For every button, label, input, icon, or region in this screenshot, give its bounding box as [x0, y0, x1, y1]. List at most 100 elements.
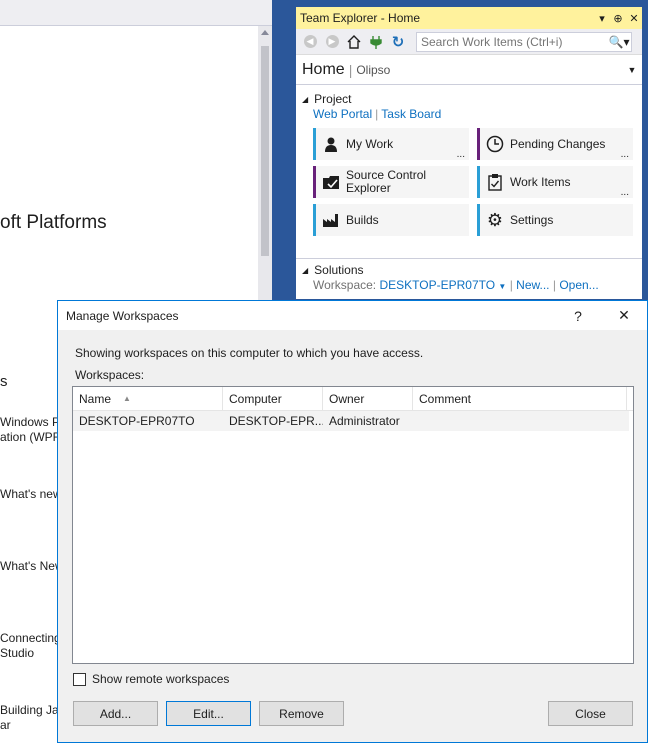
- tile-work-items[interactable]: Work Items ...: [477, 166, 633, 198]
- column-header-computer[interactable]: Computer: [223, 387, 323, 410]
- start-page-scrollbar[interactable]: [258, 26, 272, 306]
- refresh-icon[interactable]: ↻: [390, 34, 406, 51]
- search-work-items-input[interactable]: [421, 34, 607, 49]
- clock-icon: [480, 135, 510, 153]
- solutions-section-title: Solutions: [314, 263, 364, 277]
- home-icon[interactable]: [346, 34, 362, 50]
- back-icon[interactable]: ◀: [302, 34, 318, 50]
- source-control-icon: [316, 174, 346, 190]
- start-page-tab-strip: [0, 0, 272, 26]
- team-explorer-panel: Team Explorer - Home ▾ ⊕ ✕ ◀ ▶ ↻ 🔍▾ Home…: [295, 6, 643, 300]
- team-explorer-title: Team Explorer - Home: [300, 11, 421, 25]
- team-explorer-home-header: Home | Olipso ▼: [296, 55, 642, 85]
- title-separator: |: [348, 61, 353, 78]
- solutions-section: ◢ Solutions Workspace: DESKTOP-EPR07TO ▼…: [296, 258, 642, 292]
- settings-icon: ⚙: [486, 209, 504, 230]
- column-header-label: Computer: [229, 391, 282, 406]
- workspace-dropdown-arrow-icon[interactable]: ▼: [498, 282, 506, 291]
- project-section-header[interactable]: ◢ Project: [296, 91, 642, 107]
- cell-owner: Administrator: [329, 414, 400, 428]
- workspace-line: Workspace: DESKTOP-EPR07TO ▼ | New... | …: [313, 278, 599, 292]
- search-work-items-box[interactable]: 🔍▾: [416, 31, 632, 52]
- start-page-section-title: s: [0, 373, 8, 390]
- help-button[interactable]: ?: [555, 308, 601, 324]
- show-remote-workspaces-option[interactable]: Show remote workspaces: [73, 672, 229, 686]
- tile-label: Work Items: [510, 174, 571, 189]
- start-page-news-link[interactable]: Studio: [0, 646, 34, 661]
- scrollbar-thumb[interactable]: [261, 46, 269, 256]
- forward-icon[interactable]: ▶: [324, 34, 340, 50]
- column-header-owner[interactable]: Owner: [323, 387, 413, 410]
- list-header: Name ▲ Computer Owner Comment: [73, 387, 633, 411]
- tile-label: My Work: [346, 136, 394, 151]
- add-button[interactable]: Add...: [73, 701, 158, 726]
- manage-workspaces-dialog: Manage Workspaces ? ✕ Showing workspaces…: [57, 300, 648, 743]
- window-position-dropdown-icon[interactable]: ▾: [594, 12, 610, 25]
- work-items-icon: [480, 173, 510, 191]
- chevron-down-icon[interactable]: ▼: [622, 65, 642, 75]
- solutions-section-header[interactable]: ◢ Solutions: [296, 262, 642, 278]
- column-header-label: Owner: [329, 391, 365, 406]
- start-page-news-link[interactable]: Building Jav: [0, 703, 65, 718]
- tile-pending-changes[interactable]: Pending Changes ...: [477, 128, 633, 160]
- tile-my-work[interactable]: My Work ...: [313, 128, 469, 160]
- column-header-label: Name: [79, 391, 112, 406]
- open-solution-link[interactable]: Open...: [559, 278, 598, 292]
- team-explorer-toolbar: ◀ ▶ ↻ 🔍▾: [296, 29, 642, 55]
- workspaces-label: Workspaces:: [75, 368, 145, 382]
- search-icon[interactable]: 🔍▾: [607, 35, 631, 49]
- web-portal-link[interactable]: Web Portal: [313, 107, 372, 121]
- column-header-label: Comment: [419, 391, 472, 406]
- start-page-news-link[interactable]: Connecting: [0, 631, 61, 646]
- column-header-comment[interactable]: Comment: [413, 387, 627, 410]
- close-icon[interactable]: ✕: [601, 307, 647, 324]
- edit-button[interactable]: Edit...: [166, 701, 251, 726]
- dialog-title: Manage Workspaces: [66, 308, 179, 323]
- show-remote-workspaces-label[interactable]: Show remote workspaces: [92, 672, 229, 686]
- tile-label: Builds: [346, 212, 379, 227]
- remove-button[interactable]: Remove: [259, 701, 344, 726]
- tile-label: Settings: [510, 212, 554, 227]
- page-title: Home: [302, 60, 345, 78]
- close-button[interactable]: Close: [548, 701, 633, 726]
- collapse-triangle-icon[interactable]: ◢: [302, 95, 308, 104]
- tile-settings[interactable]: ⚙ Settings: [477, 204, 633, 236]
- collapse-triangle-icon[interactable]: ◢: [302, 266, 308, 275]
- dialog-titlebar: Manage Workspaces ? ✕: [58, 301, 647, 330]
- column-header-name[interactable]: Name ▲: [73, 387, 223, 410]
- cell-name: DESKTOP-EPR07TO: [79, 414, 195, 428]
- new-solution-link[interactable]: New...: [516, 278, 549, 292]
- scroll-up-arrow-icon[interactable]: [261, 30, 269, 35]
- start-page-news-link[interactable]: What's new: [0, 487, 62, 502]
- project-section-title: Project: [314, 92, 352, 106]
- project-name: Olipso: [356, 62, 391, 77]
- start-page-news-link[interactable]: What's New: [0, 559, 64, 574]
- team-explorer-titlebar: Team Explorer - Home ▾ ⊕ ✕: [296, 7, 642, 29]
- more-options-icon[interactable]: ...: [621, 150, 629, 160]
- pin-icon[interactable]: ⊕: [610, 12, 626, 25]
- start-page-news-link[interactable]: Windows Pr: [0, 415, 64, 430]
- dialog-description: Showing workspaces on this computer to w…: [75, 346, 424, 360]
- table-row[interactable]: DESKTOP-EPR07TO DESKTOP-EPR... Administr…: [73, 411, 629, 431]
- show-remote-workspaces-checkbox[interactable]: [73, 672, 86, 686]
- close-icon[interactable]: ✕: [626, 12, 642, 25]
- task-board-link[interactable]: Task Board: [381, 107, 441, 121]
- builds-icon: [316, 212, 346, 228]
- connect-plug-icon[interactable]: [368, 34, 384, 50]
- tile-label: Pending Changes: [510, 136, 606, 151]
- workspace-label: Workspace:: [313, 278, 377, 292]
- more-options-icon[interactable]: ...: [457, 150, 465, 160]
- more-options-icon[interactable]: ...: [621, 188, 629, 198]
- tile-source-control-explorer[interactable]: Source Control Explorer: [313, 166, 469, 198]
- start-page-news-link[interactable]: ar: [0, 718, 11, 733]
- tile-label: Source Control Explorer: [346, 168, 427, 195]
- sort-ascending-icon: ▲: [123, 394, 131, 403]
- workspace-dropdown[interactable]: DESKTOP-EPR07TO: [379, 278, 495, 292]
- start-page-news-link[interactable]: ation (WPF: [0, 430, 60, 445]
- cell-computer: DESKTOP-EPR...: [229, 414, 323, 428]
- project-links: Web Portal | Task Board: [313, 107, 442, 121]
- tile-builds[interactable]: Builds: [313, 204, 469, 236]
- workspaces-list[interactable]: Name ▲ Computer Owner Comment DESKTOP-EP…: [72, 386, 634, 664]
- person-icon: [316, 136, 346, 152]
- cell-comment: [413, 411, 627, 431]
